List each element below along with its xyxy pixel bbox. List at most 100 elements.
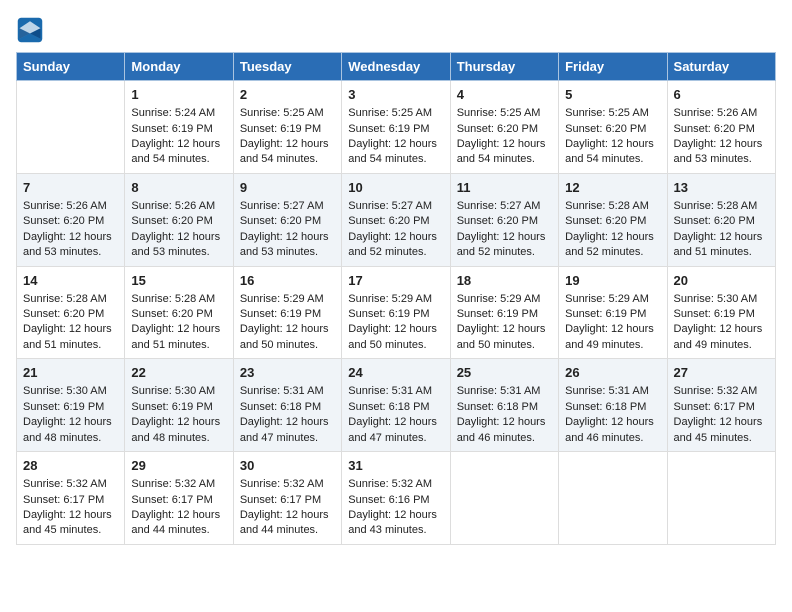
sunset-text: Sunset: 6:20 PM (131, 307, 226, 322)
sunrise-text: Sunrise: 5:25 AM (240, 106, 335, 121)
sunrise-text: Sunrise: 5:32 AM (240, 477, 335, 492)
logo-icon (16, 16, 44, 44)
day-number: 9 (240, 179, 335, 197)
calendar-cell: 19Sunrise: 5:29 AMSunset: 6:19 PMDayligh… (559, 266, 667, 359)
sunset-text: Sunset: 6:18 PM (565, 400, 660, 415)
day-number: 12 (565, 179, 660, 197)
sunrise-text: Sunrise: 5:25 AM (457, 106, 552, 121)
calendar-cell: 16Sunrise: 5:29 AMSunset: 6:19 PMDayligh… (233, 266, 341, 359)
sunset-text: Sunset: 6:20 PM (674, 122, 769, 137)
sunset-text: Sunset: 6:19 PM (348, 307, 443, 322)
sunset-text: Sunset: 6:20 PM (23, 214, 118, 229)
calendar-cell: 15Sunrise: 5:28 AMSunset: 6:20 PMDayligh… (125, 266, 233, 359)
sunset-text: Sunset: 6:18 PM (348, 400, 443, 415)
sunset-text: Sunset: 6:20 PM (131, 214, 226, 229)
day-number: 17 (348, 272, 443, 290)
calendar-cell: 26Sunrise: 5:31 AMSunset: 6:18 PMDayligh… (559, 359, 667, 452)
sunrise-text: Sunrise: 5:26 AM (23, 199, 118, 214)
sunrise-text: Sunrise: 5:27 AM (240, 199, 335, 214)
day-number: 8 (131, 179, 226, 197)
calendar-cell (559, 452, 667, 545)
sunrise-text: Sunrise: 5:32 AM (23, 477, 118, 492)
week-row: 14 Sunrise: 5:28 AM Sunset: 6:20 PM Dayligh… (17, 266, 776, 359)
day-number: 18 (457, 272, 552, 290)
col-header-wednesday: Wednesday (342, 53, 450, 81)
calendar-cell: 30Sunrise: 5:32 AMSunset: 6:17 PMDayligh… (233, 452, 341, 545)
sunrise-text: Sunrise: 5:29 AM (240, 292, 335, 307)
calendar-cell: 4Sunrise: 5:25 AMSunset: 6:20 PMDaylight… (450, 81, 558, 174)
daylight-text: Daylight: 12 hours and 49 minutes. (565, 322, 660, 353)
daylight-text: Daylight: 12 hours and 51 minutes. (674, 230, 769, 261)
daylight-text: Daylight: 12 hours and 50 minutes. (348, 322, 443, 353)
day-number: 2 (240, 86, 335, 104)
daylight-text: Daylight: 12 hours and 52 minutes. (565, 230, 660, 261)
sunrise-text: Sunrise: 5:26 AM (674, 106, 769, 121)
sunrise-text: Sunrise: 5:29 AM (348, 292, 443, 307)
sunrise-text: Sunrise: 5:28 AM (23, 292, 118, 307)
sunset-text: Sunset: 6:20 PM (240, 214, 335, 229)
calendar-cell (450, 452, 558, 545)
sunrise-text: Sunrise: 5:26 AM (131, 199, 226, 214)
sunset-text: Sunset: 6:20 PM (457, 214, 552, 229)
week-row: 7Sunrise: 5:26 AMSunset: 6:20 PMDaylight… (17, 173, 776, 266)
calendar-cell: 5Sunrise: 5:25 AMSunset: 6:20 PMDaylight… (559, 81, 667, 174)
calendar-cell: 23Sunrise: 5:31 AMSunset: 6:18 PMDayligh… (233, 359, 341, 452)
daylight-text: Daylight: 12 hours and 52 minutes. (348, 230, 443, 261)
calendar-cell: 9 Sunrise: 5:27 AMSunset: 6:20 PMDaylight… (233, 173, 341, 266)
sunset-text: Sunset: 6:19 PM (240, 122, 335, 137)
week-row: 21Sunrise: 5:30 AMSunset: 6:19 PMDayligh… (17, 359, 776, 452)
calendar-cell: 13Sunrise: 5:28 AMSunset: 6:20 PMDayligh… (667, 173, 775, 266)
day-number: 14 (23, 272, 118, 290)
daylight-text: Daylight: 12 hours and 53 minutes. (240, 230, 335, 261)
calendar-cell: 28Sunrise: 5:32 AMSunset: 6:17 PMDayligh… (17, 452, 125, 545)
daylight-text: Daylight: 12 hours and 54 minutes. (565, 137, 660, 168)
sunset-text: Sunset: 6:16 PM (348, 493, 443, 508)
calendar-cell: 2Sunrise: 5:25 AMSunset: 6:19 PMDaylight… (233, 81, 341, 174)
col-header-tuesday: Tuesday (233, 53, 341, 81)
sunrise-text: Sunrise: 5:27 AM (457, 199, 552, 214)
page-header (16, 16, 776, 44)
calendar-cell: 31Sunrise: 5:32 AMSunset: 6:16 PMDayligh… (342, 452, 450, 545)
day-number: 27 (674, 364, 769, 382)
day-number: 24 (348, 364, 443, 382)
daylight-text: Daylight: 12 hours and 48 minutes. (23, 415, 118, 446)
day-number: 4 (457, 86, 552, 104)
daylight-text: Daylight: 12 hours and 53 minutes. (674, 137, 769, 168)
week-row: 1Sunrise: 5:24 AMSunset: 6:19 PMDaylight… (17, 81, 776, 174)
calendar-cell: 12 Sunrise: 5:28 AMSunset: 6:20 PMDayligh… (559, 173, 667, 266)
daylight-text: Daylight: 12 hours and 52 minutes. (457, 230, 552, 261)
sunrise-text: Sunrise: 5:29 AM (565, 292, 660, 307)
daylight-text: Daylight: 12 hours and 53 minutes. (23, 230, 118, 261)
sunset-text: Sunset: 6:19 PM (131, 122, 226, 137)
sunrise-text: Sunrise: 5:28 AM (674, 199, 769, 214)
sunset-text: Sunset: 6:19 PM (131, 400, 226, 415)
sunset-text: Sunset: 6:19 PM (240, 307, 335, 322)
daylight-text: Daylight: 12 hours and 47 minutes. (240, 415, 335, 446)
calendar-cell: 11Sunrise: 5:27 AMSunset: 6:20 PMDayligh… (450, 173, 558, 266)
daylight-text: Daylight: 12 hours and 43 minutes. (348, 508, 443, 539)
sunset-text: Sunset: 6:20 PM (565, 214, 660, 229)
day-number: 5 (565, 86, 660, 104)
sunrise-text: Sunrise: 5:31 AM (348, 384, 443, 399)
sunset-text: Sunset: 6:19 PM (674, 307, 769, 322)
day-number: 23 (240, 364, 335, 382)
calendar-cell: 14Sunrise: 5:28 AMSunset: 6:20 PMDayligh… (17, 266, 125, 359)
day-number: 26 (565, 364, 660, 382)
col-header-sunday: Sunday (17, 53, 125, 81)
daylight-text: Daylight: 12 hours and 53 minutes. (131, 230, 226, 261)
daylight-text: Daylight: 12 hours and 54 minutes. (348, 137, 443, 168)
day-number: 31 (348, 457, 443, 475)
sunset-text: Sunset: 6:17 PM (240, 493, 335, 508)
day-number: 30 (240, 457, 335, 475)
col-header-monday: Monday (125, 53, 233, 81)
calendar-cell (667, 452, 775, 545)
day-number: 28 (23, 457, 118, 475)
sunrise-text: Sunrise: 5:32 AM (674, 384, 769, 399)
day-number: 29 (131, 457, 226, 475)
sunset-text: Sunset: 6:17 PM (674, 400, 769, 415)
daylight-text: Daylight: 12 hours and 54 minutes. (131, 137, 226, 168)
sunset-text: Sunset: 6:18 PM (457, 400, 552, 415)
sunrise-text: Sunrise: 5:29 AM (457, 292, 552, 307)
sunrise-text: Sunrise: 5:28 AM (565, 199, 660, 214)
day-number: 15 (131, 272, 226, 290)
